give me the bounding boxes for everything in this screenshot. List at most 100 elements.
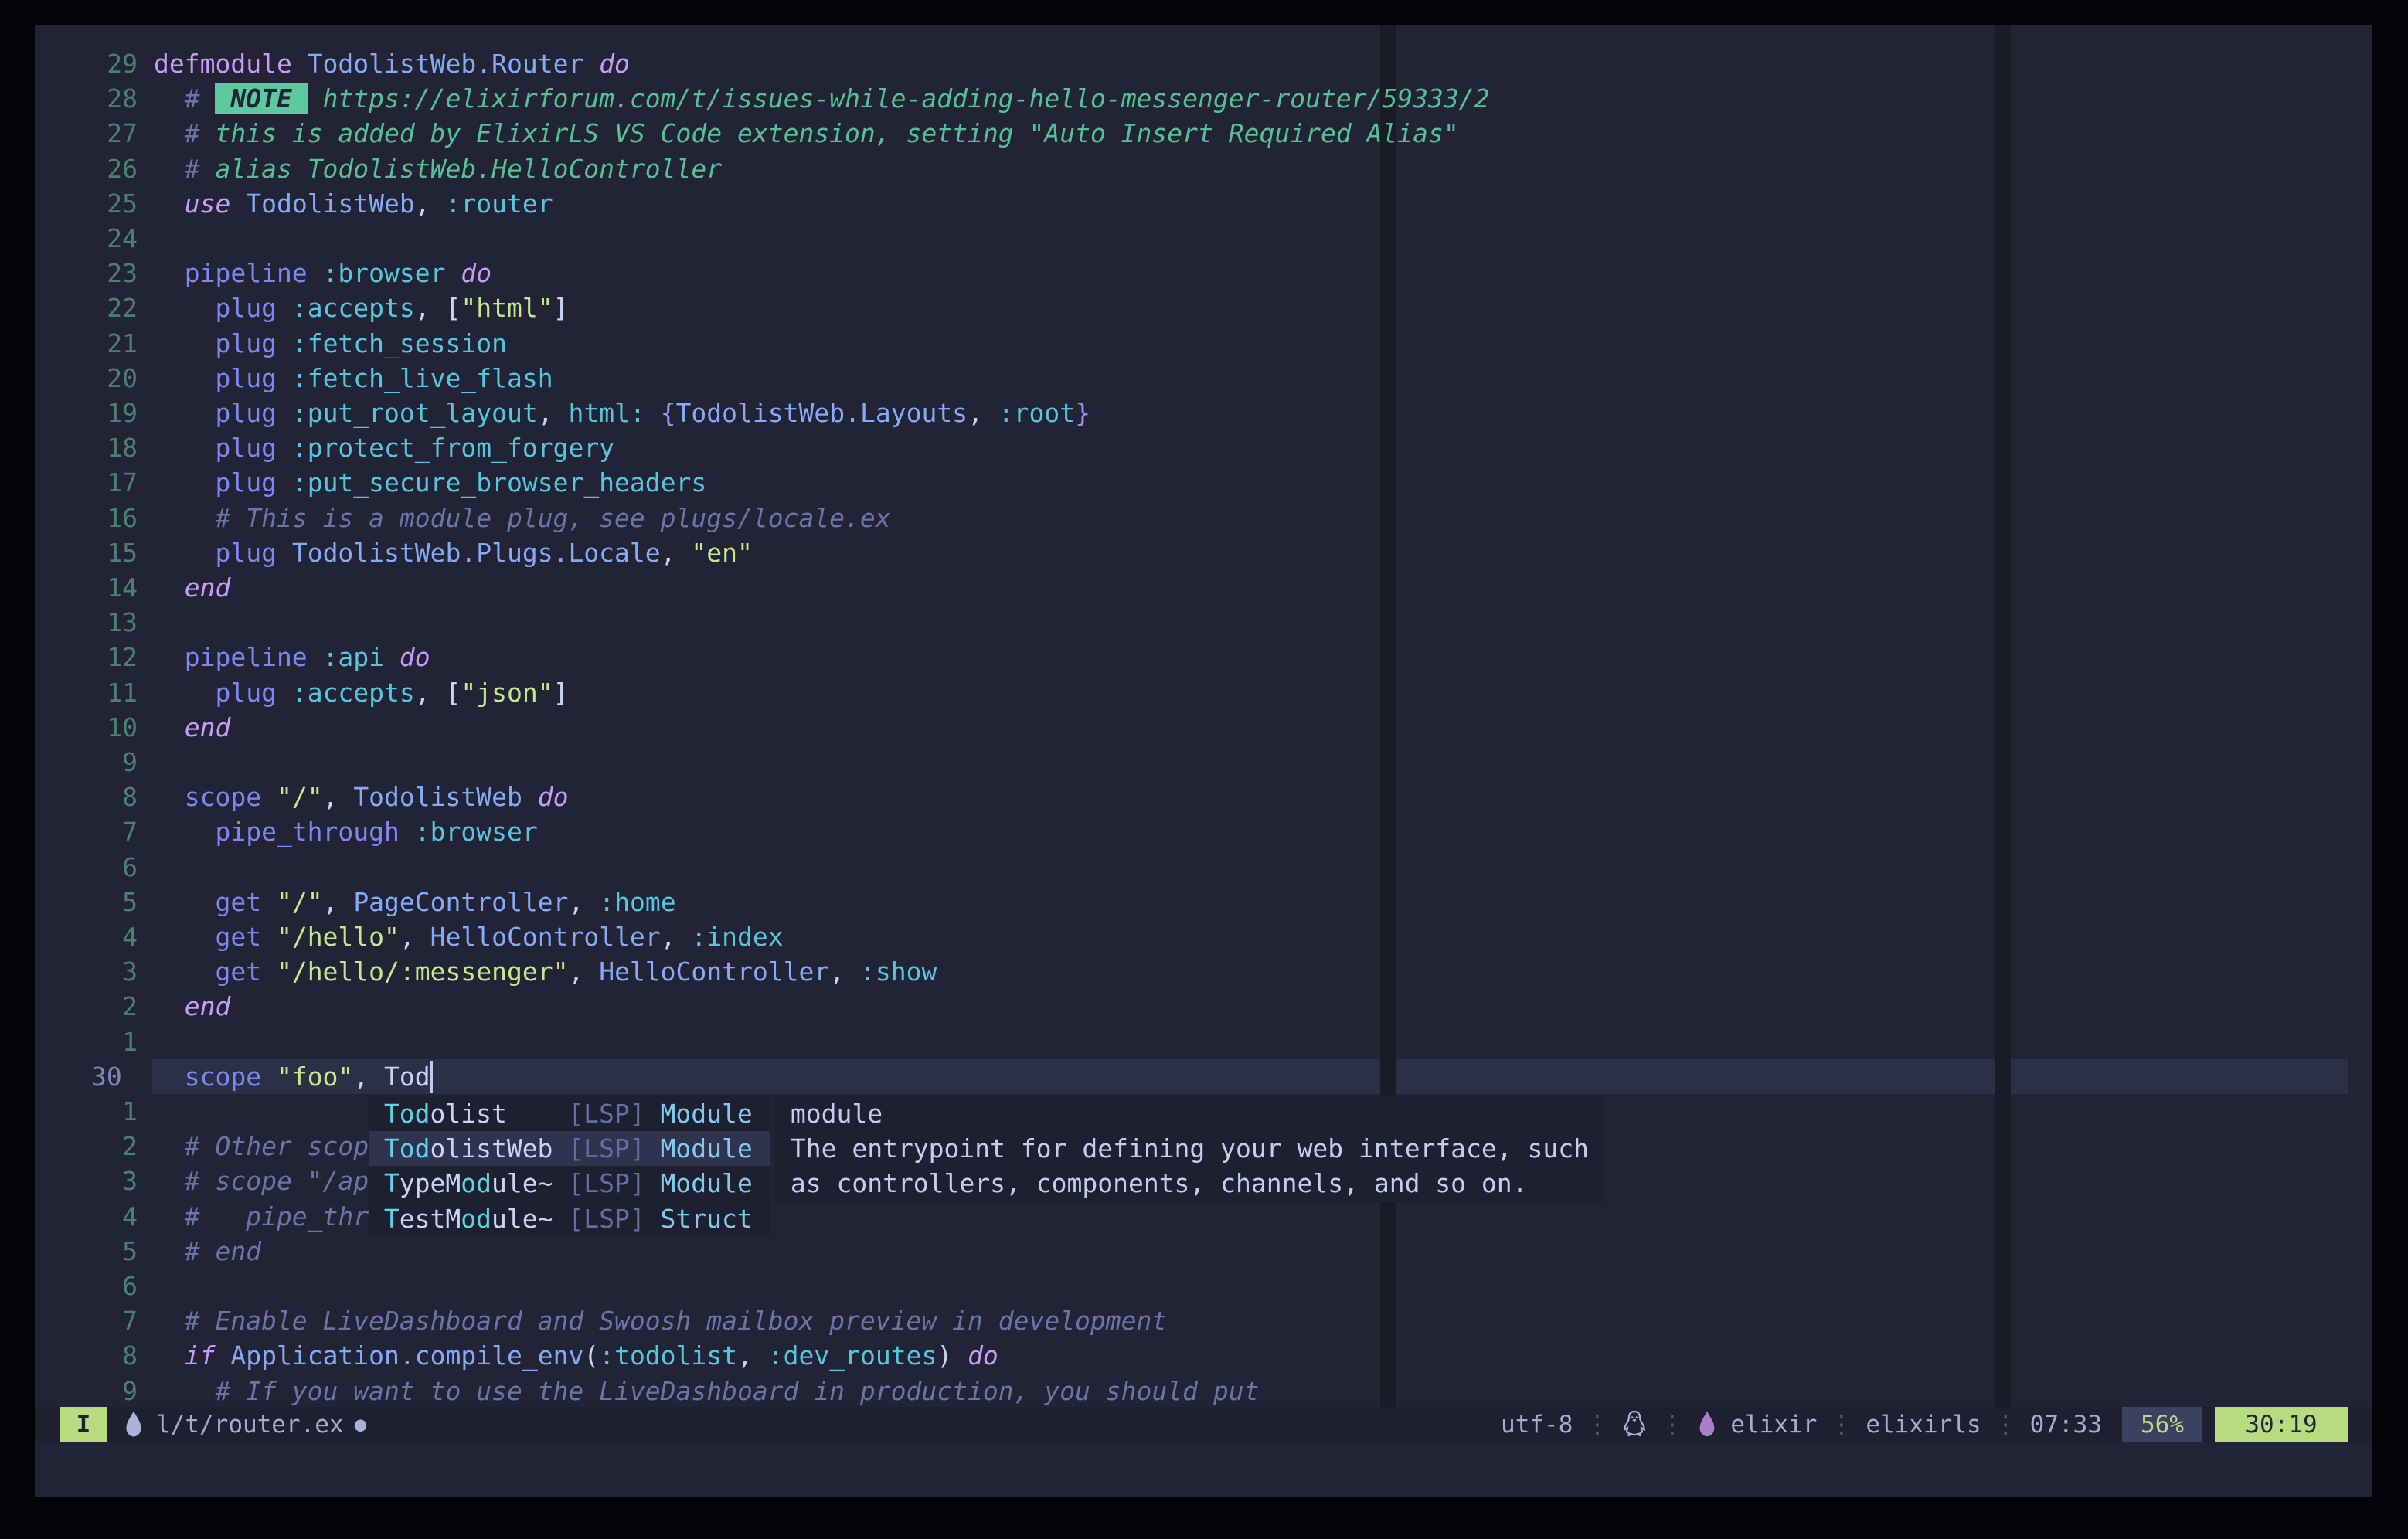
code-line-text: # alias TodolistWeb.HelloController (154, 151, 722, 186)
line-number: 22 (35, 290, 138, 325)
statusline-separator: ⋮ (1829, 1411, 1853, 1439)
completion-item[interactable]: Todolist [LSP] Module (369, 1096, 770, 1131)
code-line[interactable]: 13 (35, 605, 2372, 640)
line-number: 6 (35, 850, 138, 885)
code-line[interactable]: 24 (35, 221, 2372, 256)
code-line[interactable]: 7 pipe_through :browser (35, 814, 2372, 850)
line-number: 17 (35, 465, 138, 500)
code-line[interactable]: 27 # this is added by ElixirLS VS Code e… (35, 116, 2372, 151)
completion-item[interactable]: TypeModule~ [LSP] Module (369, 1166, 770, 1201)
code-line-current[interactable]: 30 scope "foo", Tod (35, 1059, 2372, 1095)
elixir-droplet-icon (1696, 1410, 1718, 1439)
line-number: 4 (35, 1199, 138, 1234)
code-line[interactable]: 2 end (35, 989, 2372, 1024)
code-line[interactable]: 26 # alias TodolistWeb.HelloController (35, 151, 2372, 187)
completion-item-selected[interactable]: TodolistWeb [LSP] Module (369, 1131, 770, 1166)
code-line[interactable]: 9 (35, 745, 2372, 780)
line-number: 30 (35, 1059, 158, 1094)
code-line[interactable]: 23 pipeline :browser do (35, 256, 2372, 291)
completion-doc-line: module (775, 1096, 1604, 1131)
line-number: 1 (35, 1024, 138, 1059)
filetype-label: elixir (1730, 1411, 1817, 1439)
completion-kind-label: Struct (645, 1204, 753, 1234)
line-number: 12 (35, 640, 138, 674)
statusline-separator: ⋮ (1994, 1411, 2018, 1439)
code-line-text: end (154, 989, 230, 1024)
line-number: 24 (35, 221, 138, 256)
line-number: 19 (35, 396, 138, 430)
mode-indicator: I (60, 1407, 107, 1442)
line-number: 15 (35, 535, 138, 570)
code-line[interactable]: 17 plug :put_secure_browser_headers (35, 465, 2372, 501)
code-line[interactable]: 16 # This is a module plug, see plugs/lo… (35, 501, 2372, 536)
code-line[interactable]: 6 (35, 1269, 2372, 1304)
line-number: 11 (35, 675, 138, 710)
code-line-text: # scope "/ap (154, 1164, 369, 1198)
code-line[interactable]: 15 plug TodolistWeb.Plugs.Locale, "en" (35, 535, 2372, 571)
code-line[interactable]: 6 (35, 850, 2372, 885)
line-number: 4 (35, 919, 138, 954)
code-line[interactable]: 29 defmodule TodolistWeb.Router do (35, 46, 2372, 82)
scroll-percent-badge: 56% (2122, 1407, 2202, 1442)
code-line-text: # NOTE https://elixirforum.com/t/issues-… (154, 81, 1490, 116)
code-line[interactable]: 20 plug :fetch_live_flash (35, 361, 2372, 396)
code-line[interactable]: 25 use TodolistWeb, :router (35, 186, 2372, 222)
completion-doc-line: as controllers, components, channels, an… (775, 1166, 1604, 1201)
line-number: 20 (35, 361, 138, 396)
text-cursor-beam (430, 1061, 433, 1093)
line-number: 5 (35, 885, 138, 919)
line-number: 21 (35, 326, 138, 361)
code-line[interactable]: 1 (35, 1024, 2372, 1060)
line-number: 5 (35, 1234, 138, 1269)
code-line-text: pipe_through :browser (154, 814, 538, 849)
line-number: 2 (35, 1129, 138, 1164)
line-number: 13 (35, 605, 138, 640)
line-number: 14 (35, 570, 138, 605)
code-line[interactable]: 19 plug :put_root_layout, html: {Todolis… (35, 396, 2372, 431)
code-line-text: # Enable LiveDashboard and Swoosh mailbo… (154, 1303, 1167, 1338)
code-line[interactable]: 4 get "/hello", HelloController, :index (35, 919, 2372, 955)
code-line[interactable]: 22 plug :accepts, ["html"] (35, 290, 2372, 326)
code-line[interactable]: 9 # If you want to use the LiveDashboard… (35, 1374, 2372, 1409)
code-line[interactable]: 3 get "/hello/:messenger", HelloControll… (35, 954, 2372, 990)
line-number: 26 (35, 151, 138, 186)
statusline: I l/t/router.ex ● utf-8 ⋮ ⋮ elixir ⋮ eli… (35, 1407, 2372, 1442)
code-line-text: pipeline :browser do (154, 256, 491, 290)
line-number: 27 (35, 116, 138, 151)
line-number: 7 (35, 814, 138, 849)
code-line-text: scope "foo", Tod (154, 1059, 430, 1094)
code-line-text: get "/", PageController, :home (154, 885, 676, 919)
code-line[interactable]: 5 get "/", PageController, :home (35, 885, 2372, 920)
code-line[interactable]: 7 # Enable LiveDashboard and Swoosh mail… (35, 1303, 2372, 1339)
completion-popup[interactable]: Todolist [LSP] Module TodolistWeb [LSP] … (369, 1096, 770, 1236)
code-line-text: plug :put_root_layout, html: {TodolistWe… (154, 396, 1090, 430)
code-line[interactable]: 10 end (35, 710, 2372, 746)
file-droplet-icon (122, 1410, 145, 1439)
code-line-text: plug TodolistWeb.Plugs.Locale, "en" (154, 535, 753, 570)
line-number: 29 (35, 46, 138, 81)
completion-source-tag: [LSP] (568, 1133, 645, 1164)
code-line-text: plug :fetch_session (154, 326, 507, 361)
code-line-text: defmodule TodolistWeb.Router do (154, 46, 630, 81)
code-line[interactable]: 8 if Application.compile_env(:todolist, … (35, 1338, 2372, 1374)
code-line[interactable]: 21 plug :fetch_session (35, 326, 2372, 362)
line-number: 8 (35, 1338, 138, 1373)
code-line[interactable]: 5 # end (35, 1234, 2372, 1269)
code-line[interactable]: 8 scope "/", TodolistWeb do (35, 780, 2372, 815)
time-label: 07:33 (2030, 1411, 2102, 1439)
completion-item[interactable]: TestModule~ [LSP] Struct (369, 1201, 770, 1236)
code-line[interactable]: 28 # NOTE https://elixirforum.com/t/issu… (35, 81, 2372, 117)
line-number: 23 (35, 256, 138, 290)
code-line-text: plug :protect_from_forgery (154, 430, 614, 465)
code-line[interactable]: 14 end (35, 570, 2372, 606)
filename[interactable]: l/t/router.ex (156, 1411, 344, 1439)
completion-source-tag: [LSP] (568, 1204, 645, 1234)
line-number: 7 (35, 1303, 138, 1338)
modified-indicator: ● (355, 1413, 367, 1436)
code-line[interactable]: 12 pipeline :api do (35, 640, 2372, 675)
code-line[interactable]: 11 plug :accepts, ["json"] (35, 675, 2372, 711)
code-line-text: # Other scop (154, 1129, 369, 1164)
code-line-text: get "/hello/:messenger", HelloController… (154, 954, 937, 989)
encoding-label: utf-8 (1501, 1411, 1573, 1439)
code-line[interactable]: 18 plug :protect_from_forgery (35, 430, 2372, 466)
